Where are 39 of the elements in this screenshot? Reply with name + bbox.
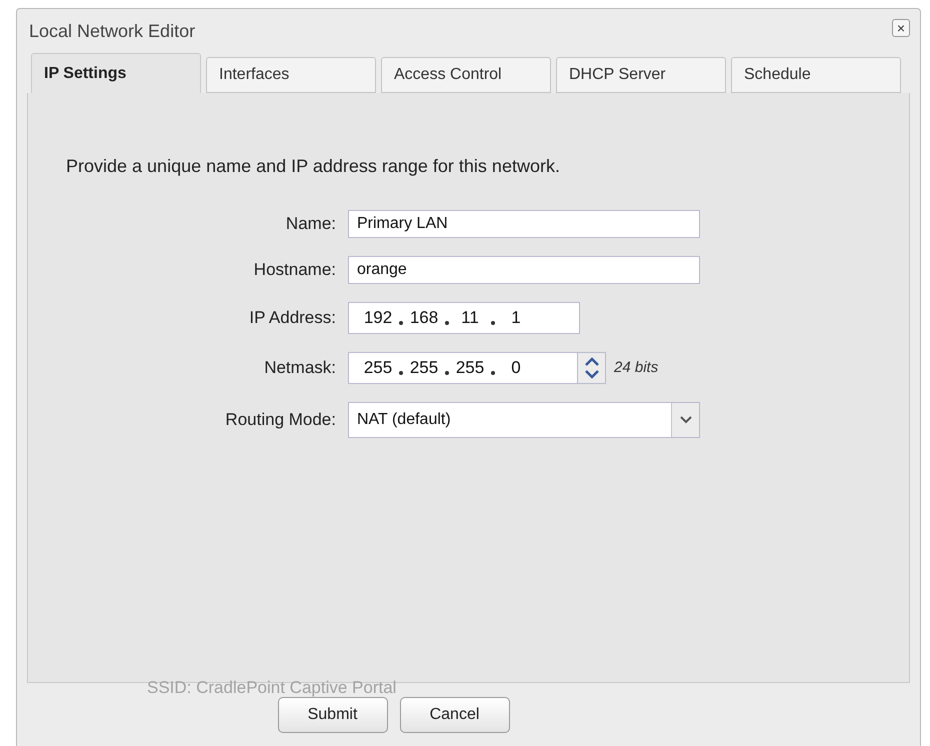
tab[interactable]: Interfaces — [206, 57, 376, 93]
ip-field[interactable]: 192 168 11 1 — [348, 302, 580, 334]
tab[interactable]: Schedule — [731, 57, 901, 93]
intro-text: Provide a unique name and IP address range for this network. — [66, 155, 560, 178]
octet-input[interactable]: 255 — [359, 355, 397, 381]
octet-input[interactable]: 11 — [451, 305, 489, 331]
octet-input[interactable]: 0 — [497, 355, 535, 381]
dialog-button[interactable]: Submit — [278, 697, 388, 733]
octet-input[interactable]: 192 — [359, 305, 397, 331]
routing-mode-dropdown[interactable]: NAT (default) — [348, 402, 700, 438]
field-label: Name: — [284, 213, 337, 236]
text-field[interactable]: Primary LAN — [348, 210, 700, 238]
up-down-arrows-icon — [584, 356, 600, 380]
window-title: Local Network Editor — [29, 20, 196, 42]
tab[interactable]: IP Settings — [31, 53, 201, 93]
chevron-down-icon — [680, 416, 692, 424]
dot-separator — [445, 321, 449, 325]
tab[interactable]: Access Control — [381, 57, 551, 93]
field-label: Routing Mode: — [224, 409, 337, 432]
octet-input[interactable]: 168 — [405, 305, 443, 331]
dot-separator — [399, 321, 403, 325]
octet-input[interactable]: 255 — [405, 355, 443, 381]
spinner-button[interactable] — [578, 352, 606, 384]
octet-input[interactable]: 1 — [497, 305, 535, 331]
field-label: Hostname: — [252, 259, 337, 282]
octet-input[interactable]: 255 — [451, 355, 489, 381]
tab[interactable]: DHCP Server — [556, 57, 726, 93]
ip-field[interactable]: 255 255 255 0 — [348, 352, 578, 384]
background-text: SSID: CradlePoint Captive Portal — [147, 677, 396, 699]
dot-separator — [445, 371, 449, 375]
dialog-button[interactable]: Cancel — [400, 697, 510, 733]
dot-separator — [399, 371, 403, 375]
dot-separator — [491, 371, 495, 375]
dot-separator — [491, 321, 495, 325]
close-button[interactable]: × — [892, 19, 910, 37]
text-field[interactable]: orange — [348, 256, 700, 284]
field-label: IP Address: — [248, 307, 337, 330]
field-label: Netmask: — [263, 357, 337, 380]
bits-note: 24 bits — [614, 358, 658, 378]
